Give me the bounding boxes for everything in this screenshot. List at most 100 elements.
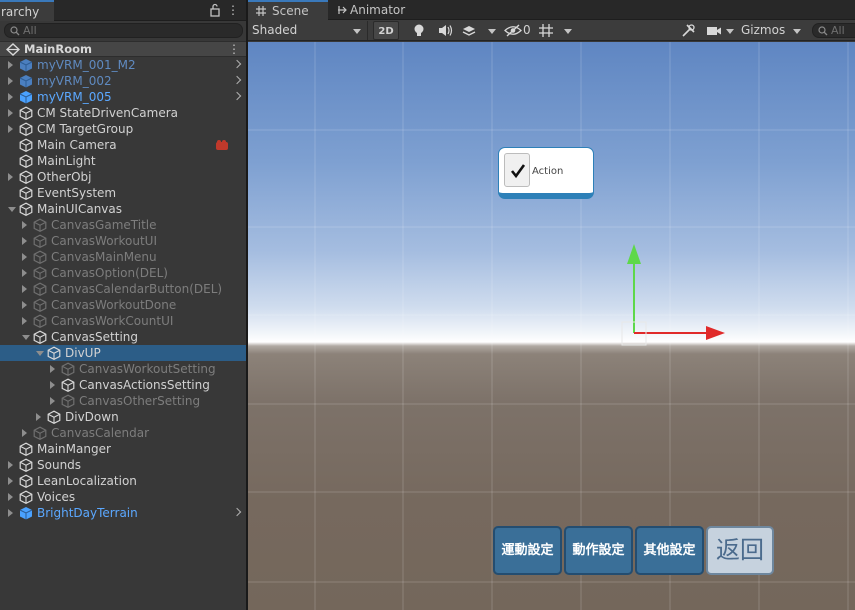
hierarchy-row[interactable]: CanvasSetting: [0, 329, 246, 345]
expand-arrow-down-icon[interactable]: [8, 207, 16, 212]
hierarchy-row[interactable]: EventSystem: [0, 185, 246, 201]
action-setting-button[interactable]: 動作設定: [564, 526, 633, 575]
hierarchy-row[interactable]: CM StateDrivenCamera: [0, 105, 246, 121]
hierarchy-row[interactable]: myVRM_002: [0, 73, 246, 89]
expand-arrow-right-icon[interactable]: [8, 509, 13, 517]
open-prefab-chevron-icon[interactable]: [232, 59, 242, 69]
hierarchy-row[interactable]: CanvasOtherSetting: [0, 393, 246, 409]
eye-hidden-icon[interactable]: [504, 23, 522, 38]
expand-arrow-right-icon[interactable]: [8, 93, 13, 101]
hierarchy-row[interactable]: MainLight: [0, 153, 246, 169]
gizmos-dropdown[interactable]: Gizmos: [741, 21, 785, 40]
expand-arrow-right-icon[interactable]: [22, 301, 27, 309]
expand-arrow-right-icon[interactable]: [8, 477, 13, 485]
lock-icon[interactable]: [209, 3, 221, 17]
effects-dropdown-icon[interactable]: [488, 29, 496, 34]
move-gizmo[interactable]: [248, 42, 855, 610]
hierarchy-row-label: myVRM_002: [37, 74, 112, 88]
tab-hierarchy[interactable]: rarchy: [0, 0, 54, 21]
hierarchy-row[interactable]: CanvasWorkCountUI: [0, 313, 246, 329]
gizmos-chevron-down-icon[interactable]: [793, 29, 801, 34]
hierarchy-row-label: Main Camera: [37, 138, 117, 152]
expand-arrow-right-icon[interactable]: [50, 381, 55, 389]
hierarchy-row[interactable]: CM TargetGroup: [0, 121, 246, 137]
hierarchy-row[interactable]: Main Camera: [0, 137, 246, 153]
hierarchy-row-label: CanvasWorkCountUI: [51, 314, 174, 328]
tab-animator[interactable]: Animator: [334, 0, 414, 20]
camera-dropdown-icon[interactable]: [726, 29, 734, 34]
camera-icon[interactable]: [706, 23, 722, 38]
scene-menu-icon[interactable]: ⋮: [228, 42, 240, 56]
expand-arrow-right-icon[interactable]: [36, 413, 41, 421]
expand-arrow-right-icon[interactable]: [8, 461, 13, 469]
hierarchy-row[interactable]: CanvasWorkoutSetting: [0, 361, 246, 377]
gameobject-cube-icon: [19, 458, 33, 472]
hierarchy-row[interactable]: CanvasActionsSetting: [0, 377, 246, 393]
hierarchy-row[interactable]: MainUICanvas: [0, 201, 246, 217]
hierarchy-row[interactable]: Sounds: [0, 457, 246, 473]
gameobject-cube-icon: [61, 378, 75, 392]
expand-arrow-right-icon[interactable]: [8, 173, 13, 181]
bulb-icon[interactable]: [412, 23, 426, 38]
expand-arrow-right-icon[interactable]: [22, 269, 27, 277]
scene-root-row[interactable]: MainRoom ⋮: [0, 41, 246, 57]
back-button[interactable]: 返回: [706, 526, 774, 575]
expand-arrow-right-icon[interactable]: [8, 493, 13, 501]
expand-arrow-down-icon[interactable]: [22, 335, 30, 340]
search-placeholder: All: [23, 24, 37, 37]
open-prefab-chevron-icon[interactable]: [232, 507, 242, 517]
open-prefab-chevron-icon[interactable]: [232, 91, 242, 101]
hierarchy-row-label: Sounds: [37, 458, 82, 472]
hierarchy-row[interactable]: myVRM_001_M2: [0, 57, 246, 73]
expand-arrow-right-icon[interactable]: [50, 397, 55, 405]
other-setting-button[interactable]: 其他設定: [635, 526, 704, 575]
expand-arrow-right-icon[interactable]: [8, 109, 13, 117]
gameobject-cube-icon: [19, 186, 33, 200]
hierarchy-row-label: CanvasActionsSetting: [79, 378, 210, 392]
gameobject-cube-icon: [33, 314, 47, 328]
scene-search-input[interactable]: All: [812, 23, 855, 38]
2d-mode-button[interactable]: 2D: [373, 21, 399, 40]
hierarchy-row[interactable]: LeanLocalization: [0, 473, 246, 489]
scene-viewport[interactable]: Action 運動設定 動作設定 其他設定 返回: [248, 42, 855, 610]
hierarchy-row[interactable]: CanvasGameTitle: [0, 217, 246, 233]
hierarchy-row[interactable]: CanvasMainMenu: [0, 249, 246, 265]
wrench-icon[interactable]: [681, 23, 696, 38]
hierarchy-row[interactable]: CanvasWorkoutUI: [0, 233, 246, 249]
hierarchy-row[interactable]: CanvasOption(DEL): [0, 265, 246, 281]
grid-snap-icon[interactable]: [538, 23, 554, 38]
hierarchy-row[interactable]: BrightDayTerrain: [0, 505, 246, 521]
expand-arrow-right-icon[interactable]: [8, 125, 13, 133]
expand-arrow-right-icon[interactable]: [22, 237, 27, 245]
hierarchy-row[interactable]: Voices: [0, 489, 246, 505]
tab-scene[interactable]: Scene: [248, 0, 328, 20]
layers-icon[interactable]: [461, 23, 477, 38]
hierarchy-menu-button[interactable]: ⋮: [227, 3, 239, 17]
speaker-icon[interactable]: [437, 23, 453, 38]
prefab-cube-icon: [19, 507, 33, 520]
hierarchy-row[interactable]: myVRM_005: [0, 89, 246, 105]
grid-dropdown-icon[interactable]: [564, 29, 572, 34]
expand-arrow-right-icon[interactable]: [8, 61, 13, 69]
expand-arrow-right-icon[interactable]: [22, 221, 27, 229]
hierarchy-row[interactable]: CanvasWorkoutDone: [0, 297, 246, 313]
expand-arrow-right-icon[interactable]: [8, 77, 13, 85]
expand-arrow-right-icon[interactable]: [22, 317, 27, 325]
expand-arrow-down-icon[interactable]: [36, 351, 44, 356]
hierarchy-row-label: BrightDayTerrain: [37, 506, 138, 520]
hierarchy-row[interactable]: CanvasCalendarButton(DEL): [0, 281, 246, 297]
shading-mode-dropdown[interactable]: Shaded: [248, 21, 368, 40]
hierarchy-row[interactable]: DivDown: [0, 409, 246, 425]
expand-arrow-right-icon[interactable]: [22, 253, 27, 261]
expand-arrow-right-icon[interactable]: [22, 285, 27, 293]
expand-arrow-right-icon[interactable]: [50, 365, 55, 373]
hierarchy-row[interactable]: CanvasCalendar: [0, 425, 246, 441]
cinemachine-brain-icon: [216, 140, 228, 150]
hierarchy-row[interactable]: OtherObj: [0, 169, 246, 185]
hierarchy-row[interactable]: DivUP: [0, 345, 246, 361]
hierarchy-row[interactable]: MainManger: [0, 441, 246, 457]
open-prefab-chevron-icon[interactable]: [232, 75, 242, 85]
workout-setting-button[interactable]: 運動設定: [493, 526, 562, 575]
expand-arrow-right-icon[interactable]: [22, 429, 27, 437]
hierarchy-search-input[interactable]: All: [4, 23, 243, 38]
